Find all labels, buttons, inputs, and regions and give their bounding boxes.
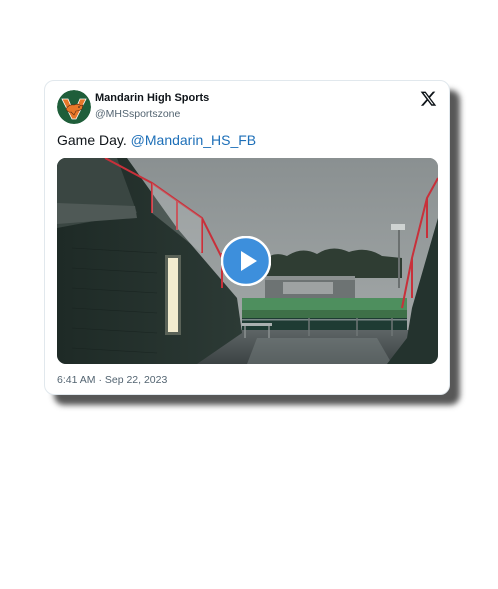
play-button[interactable] [221,236,271,286]
tweet-body: Game Day. [57,132,127,148]
tweet-card[interactable]: Mandarin High Sports @MHSsportszone Game… [44,80,450,395]
user-handle[interactable]: @MHSsportszone [95,108,180,120]
play-icon [221,236,271,286]
display-name[interactable]: Mandarin High Sports [95,92,209,104]
tweet-text: Game Day. @Mandarin_HS_FB [57,132,256,148]
mustang-logo-icon [57,90,91,124]
video-player[interactable] [57,158,438,364]
tweet-timestamp[interactable]: 6:41 AM · Sep 22, 2023 [57,374,167,386]
x-logo-icon[interactable] [420,90,437,107]
mention-link[interactable]: @Mandarin_HS_FB [131,132,257,148]
avatar[interactable] [57,90,91,124]
